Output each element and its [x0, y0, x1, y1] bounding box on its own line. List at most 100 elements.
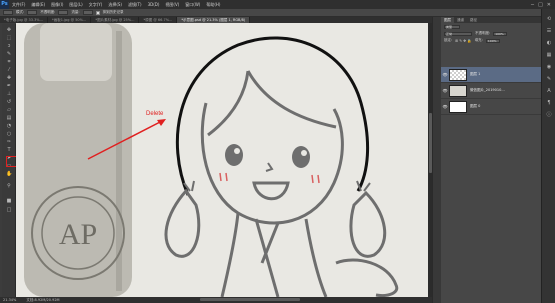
maximize-icon[interactable]: □ — [538, 2, 543, 8]
fill-label: 填充: — [474, 38, 483, 42]
lock-row: 锁定: ⊞ ✎ ✥ 🔒 填充: 100% — [441, 37, 541, 44]
clone-stamp-icon[interactable]: ⊥ — [6, 92, 12, 97]
layer-name: 图层 1 — [470, 72, 481, 76]
menu-file[interactable]: 文件(F) — [9, 2, 28, 8]
layer-row[interactable]: 👁 图层 1 — [441, 67, 541, 83]
crop-icon[interactable]: ⌗ — [6, 60, 12, 65]
layer-thumbnail — [449, 68, 467, 81]
foreground-color-swatch[interactable]: ■ — [6, 199, 12, 204]
dodge-icon[interactable]: ○ — [6, 132, 12, 137]
lock-icons[interactable]: ⊞ ✎ ✥ 🔒 — [455, 39, 472, 43]
character-panel-icon[interactable]: A — [546, 89, 552, 94]
layer-row[interactable]: 👁 图层 0 — [441, 99, 541, 115]
eye-right — [292, 146, 310, 168]
erase-history-label: 抹到历史记录 — [102, 10, 124, 14]
adjustments-panel-icon[interactable]: ◐ — [546, 41, 552, 46]
mode-select[interactable] — [27, 10, 38, 15]
collar — [254, 218, 280, 297]
blur-icon[interactable]: ◔ — [6, 124, 12, 129]
flow-field[interactable] — [82, 10, 93, 15]
history-brush-icon[interactable]: ↺ — [6, 100, 12, 105]
layer-thumbnail — [449, 100, 467, 113]
move-icon[interactable]: ✥ — [6, 28, 12, 33]
pen-icon[interactable]: ✑ — [6, 140, 12, 145]
minimize-icon[interactable]: ─ — [531, 2, 534, 8]
gradient-icon[interactable]: ▤ — [6, 116, 12, 121]
brush-icon[interactable]: ✒ — [6, 84, 12, 89]
kind-filter-select[interactable]: 类型 — [444, 24, 460, 29]
eye-icon[interactable]: 👁 — [441, 72, 449, 77]
mouth — [252, 181, 290, 201]
menu-type[interactable]: 文字(Y) — [86, 2, 106, 8]
healing-icon[interactable]: ✚ — [6, 76, 12, 81]
zoom-icon[interactable]: ⚲ — [6, 184, 12, 189]
bottle-text: AP — [59, 218, 97, 251]
lock-label: 锁定: — [444, 38, 453, 42]
eye-icon[interactable]: 👁 — [441, 88, 449, 93]
type-icon[interactable]: T — [6, 148, 12, 153]
menu-layer[interactable]: 图层(L) — [66, 2, 85, 8]
menu-edit[interactable]: 编辑(E) — [28, 2, 48, 8]
paragraph-panel-icon[interactable]: ¶ — [546, 101, 552, 106]
window-controls: ─ □ ✕ — [531, 2, 555, 8]
fill-field[interactable]: 100% — [485, 38, 500, 43]
erase-history-checkbox[interactable] — [95, 10, 100, 15]
tab-paths[interactable]: 路径 — [467, 17, 480, 23]
marquee-icon[interactable]: ⬚ — [6, 36, 12, 41]
blend-row: 正常 不透明度: 100% — [441, 30, 541, 37]
layer-name: 微信图片_2019010... — [470, 88, 505, 92]
mode-label: 模式: — [16, 10, 25, 14]
horizontal-scroll-thumb[interactable] — [200, 298, 300, 301]
layer-filter-row: 类型 — [441, 23, 541, 30]
layer-row[interactable]: 👁 微信图片_2019010... — [441, 83, 541, 99]
properties-panel-icon[interactable]: ☰ — [546, 29, 552, 34]
menu-help[interactable]: 帮助(H) — [203, 2, 223, 8]
zoom-level[interactable]: 21.34% — [3, 298, 16, 302]
color-panel-icon[interactable]: ◉ — [546, 65, 552, 70]
artwork: AP Delete — [24, 23, 399, 297]
menu-image[interactable]: 图像(I) — [48, 2, 66, 8]
pigtail-left — [164, 188, 201, 258]
panel-dock-strip — [432, 17, 441, 303]
layer-name: 图层 0 — [470, 104, 481, 108]
tool-preset-picker[interactable] — [3, 10, 13, 15]
opacity-label: 不透明度: — [475, 31, 491, 35]
info-panel-icon[interactable]: ⓘ — [546, 113, 552, 118]
layer-thumbnail — [449, 84, 467, 97]
annotation-delete-label: Delete — [146, 111, 164, 117]
photoshop-logo: Ps — [0, 0, 9, 9]
menu-filter[interactable]: 滤镜(T) — [125, 2, 145, 8]
swatches-panel-icon[interactable]: ▦ — [546, 53, 552, 58]
eye-icon[interactable]: 👁 — [441, 104, 449, 109]
brush-panel-icon[interactable]: ✎ — [546, 77, 552, 82]
right-icon-strip: ⟲ ☰ ◐ ▦ ◉ ✎ A ¶ ⓘ — [541, 9, 555, 303]
tab-layers[interactable]: 图层 — [441, 17, 454, 23]
history-panel-icon[interactable]: ⟲ — [546, 17, 552, 22]
eraser-icon[interactable]: ▱ — [6, 108, 12, 113]
quick-select-icon[interactable]: ✎ — [6, 52, 12, 57]
menu-bar: Ps 文件(F) 编辑(E) 图像(I) 图层(L) 文字(Y) 选择(S) 滤… — [0, 0, 555, 9]
layers-list: 👁 图层 1 👁 微信图片_2019010... 👁 图层 0 — [441, 67, 541, 115]
menu-3d[interactable]: 3D(D) — [145, 2, 163, 7]
opacity-field[interactable] — [58, 10, 69, 15]
document-size: 文档:8.92M/20.92M — [26, 297, 60, 302]
menu-view[interactable]: 视图(V) — [162, 2, 182, 8]
menu-window[interactable]: 窗口(W) — [182, 2, 203, 8]
opacity-field[interactable]: 100% — [493, 31, 508, 36]
bottle-cap — [40, 23, 112, 81]
pigtail-right — [349, 190, 387, 258]
document-canvas[interactable]: AP Delete — [16, 23, 428, 297]
flow-label: 流量: — [71, 10, 80, 14]
eye-left — [225, 144, 243, 166]
close-icon[interactable]: ✕ — [547, 2, 551, 8]
hand-icon[interactable]: ✋ — [6, 172, 12, 177]
options-bar: 模式: 不透明度: 流量: 抹到历史记录 — [0, 9, 555, 17]
layers-panel: 图层 通道 路径 类型 正常 不透明度: 100% 锁定: ⊞ ✎ ✥ 🔒 填充… — [441, 17, 541, 303]
background-color-swatch[interactable]: □ — [6, 208, 12, 213]
opacity-label: 不透明度: — [40, 10, 56, 14]
menu-select[interactable]: 选择(S) — [105, 2, 125, 8]
lasso-icon[interactable]: ↄ — [6, 44, 12, 49]
blend-mode-select[interactable]: 正常 — [444, 31, 472, 36]
eyedropper-icon[interactable]: ⁄ — [6, 68, 12, 73]
tab-channels[interactable]: 通道 — [454, 17, 467, 23]
